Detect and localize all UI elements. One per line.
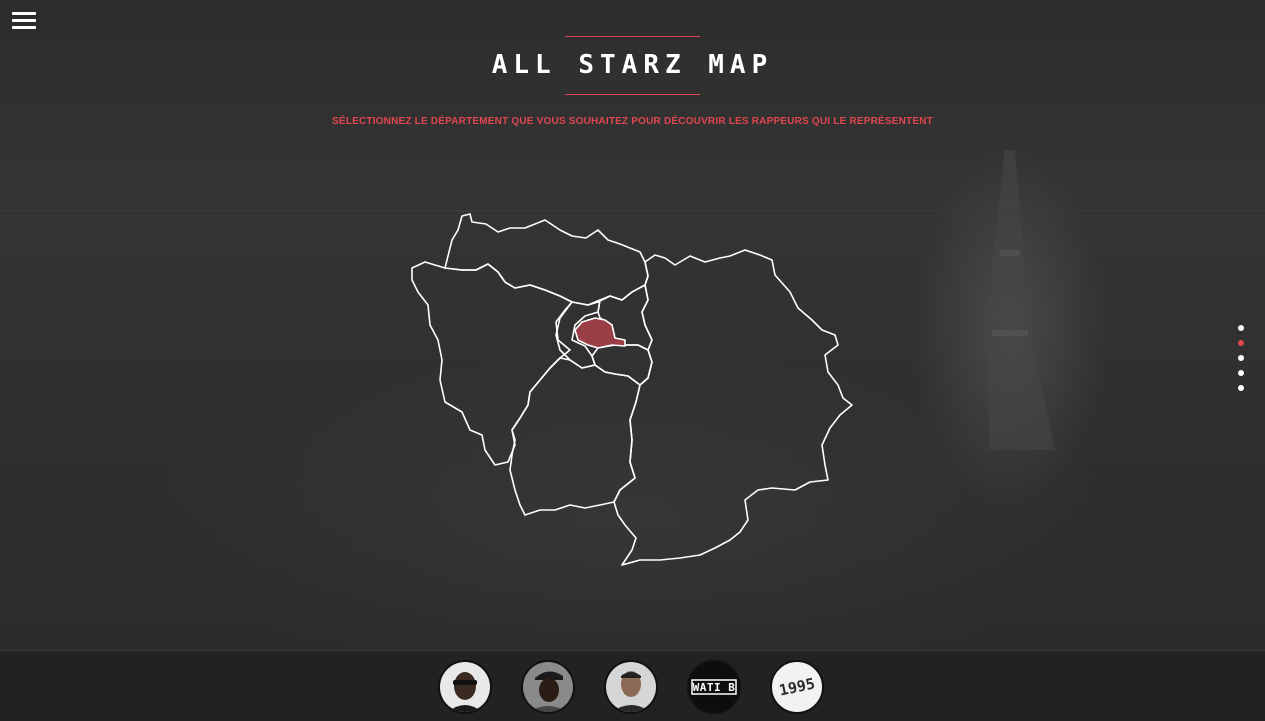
section-pagination — [1238, 325, 1246, 400]
wati-b-logo[interactable]: WATI B — [687, 660, 741, 714]
hamburger-menu-icon[interactable] — [12, 12, 36, 32]
department-seine-et-marne[interactable] — [613, 249, 853, 566]
pagination-dot-5[interactable] — [1238, 385, 1244, 391]
artist-bar: WATI B 1995 — [0, 650, 1265, 721]
1995-logo[interactable]: 1995 — [770, 660, 824, 714]
ile-de-france-map — [411, 213, 853, 566]
pagination-dot-4[interactable] — [1238, 370, 1244, 376]
pagination-dot-2[interactable] — [1238, 340, 1244, 346]
title-rule-top — [565, 36, 700, 37]
artist-avatar-1[interactable] — [438, 660, 492, 714]
pagination-dot-3[interactable] — [1238, 355, 1244, 361]
artist-avatar-3[interactable] — [604, 660, 658, 714]
pagination-dot-1[interactable] — [1238, 325, 1244, 331]
title-rule-bottom — [565, 94, 700, 95]
page-subtitle: SÉLECTIONNEZ LE DÉPARTEMENT QUE VOUS SOU… — [332, 116, 933, 127]
artist-avatar-2[interactable] — [521, 660, 575, 714]
page-title: ALL STARZ MAP — [491, 50, 774, 80]
